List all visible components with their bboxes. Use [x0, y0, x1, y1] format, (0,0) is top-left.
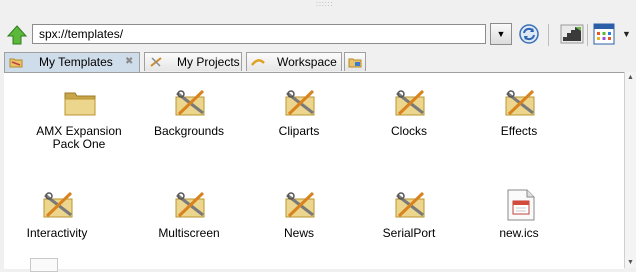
template-folder-icon: [9, 58, 23, 68]
scroll-down-icon[interactable]: ▼: [627, 259, 634, 266]
item-label: Cliparts: [278, 124, 320, 138]
vertical-scrollbar[interactable]: ▲ ▼: [624, 72, 636, 268]
tools-folder-icon: [395, 191, 425, 218]
item-label: Multiscreen: [158, 226, 220, 240]
tab-label: Workspace: [277, 55, 337, 69]
tab-my-projects[interactable]: My Projects: [144, 52, 242, 71]
tab-label: My Templates: [39, 55, 113, 69]
tab-workspace[interactable]: Workspace: [246, 52, 342, 71]
item-label: new.ics: [499, 226, 539, 240]
stairs-icon[interactable]: [560, 23, 584, 45]
partial-item-thumbnail: [30, 258, 58, 272]
tab-bar: My Templates ✖ My Projects Workspace: [4, 52, 636, 72]
refresh-icon[interactable]: [518, 23, 540, 45]
url-dropdown-button[interactable]: ▼: [490, 23, 512, 45]
item-label: News: [283, 226, 314, 240]
tools-folder-icon: [395, 89, 425, 116]
tools-folder-icon: [175, 191, 205, 218]
tab-label: My Projects: [177, 55, 240, 69]
tab-my-templates[interactable]: My Templates ✖: [4, 52, 140, 72]
projects-icon: [150, 57, 162, 67]
tools-folder-icon: [505, 89, 535, 116]
toolbar-separator: [548, 24, 549, 46]
item-label: Effects: [500, 124, 538, 138]
item-label: Clocks: [390, 124, 427, 138]
add-folder-icon: [348, 58, 362, 68]
item-label: Interactivity: [26, 226, 88, 240]
templates-panel: AMX Expansion Pack One Backgrounds Clipa…: [4, 72, 624, 269]
item-label: Backgrounds: [153, 124, 225, 138]
scroll-up-icon[interactable]: ▲: [627, 74, 634, 81]
folder-icon: [64, 92, 96, 116]
item-label: AMX Expansion Pack One: [36, 124, 122, 151]
tools-folder-icon: [175, 89, 205, 116]
url-field[interactable]: spx://templates/: [32, 24, 486, 44]
toolbar: spx://templates/ ▼ ▼: [0, 14, 636, 54]
workspace-icon: [251, 59, 265, 66]
drag-grip[interactable]: ::::::: [316, 1, 340, 8]
up-arrow-icon[interactable]: [6, 24, 28, 46]
tools-folder-icon: [285, 89, 315, 116]
tools-folder-icon: [43, 191, 73, 218]
tools-folder-icon: [285, 191, 315, 218]
item-label: SerialPort: [382, 226, 436, 240]
view-grid-icon[interactable]: [593, 23, 615, 45]
new-tab-button[interactable]: [344, 52, 366, 71]
toolbar-more-chevron-icon[interactable]: ▼: [622, 23, 634, 45]
chevron-down-icon: ▼: [496, 29, 506, 39]
toolbar-separator: [587, 24, 588, 46]
calendar-file-icon: [507, 189, 535, 221]
close-icon[interactable]: ✖: [125, 53, 133, 71]
